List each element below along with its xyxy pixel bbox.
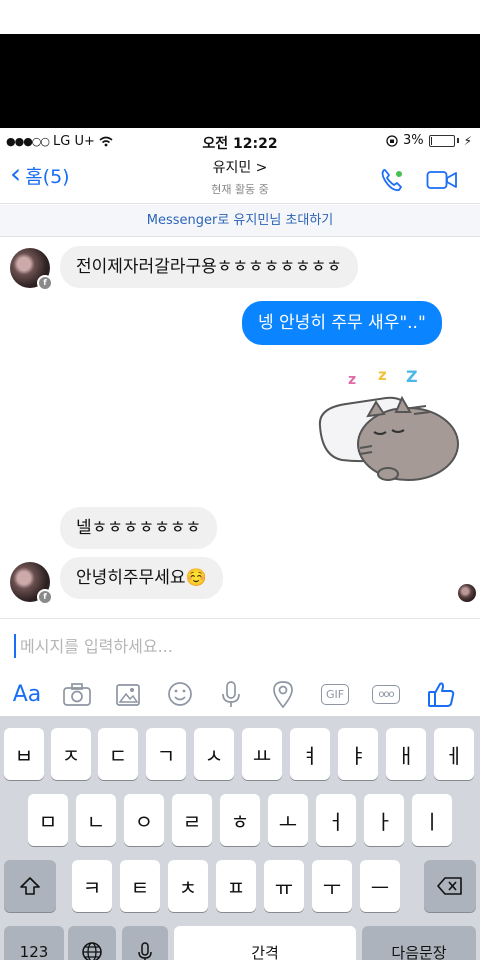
- key[interactable]: ㅌ: [120, 860, 160, 912]
- composer: [0, 618, 480, 672]
- key[interactable]: ㄷ: [98, 728, 138, 780]
- key[interactable]: ㅁ: [28, 794, 68, 846]
- message-input[interactable]: [20, 631, 460, 661]
- messenger-badge-icon: f: [37, 275, 53, 291]
- key[interactable]: ㅎ: [220, 794, 260, 846]
- video-icon[interactable]: [426, 170, 458, 190]
- key[interactable]: ㅊ: [168, 860, 208, 912]
- key[interactable]: ㅓ: [316, 794, 356, 846]
- key[interactable]: ㄴ: [76, 794, 116, 846]
- contact-name: 유지민 >: [212, 160, 268, 176]
- avatar[interactable]: f: [10, 248, 53, 291]
- gallery-icon[interactable]: [114, 678, 142, 710]
- battery-fill: [430, 136, 432, 145]
- seen-indicator-avatar: [458, 584, 476, 602]
- shift-key[interactable]: [4, 860, 56, 912]
- zzz-text: z: [378, 368, 387, 384]
- key[interactable]: ㅍ: [216, 860, 256, 912]
- emoji-icon[interactable]: [166, 678, 194, 710]
- return-key[interactable]: 다음문장: [362, 926, 476, 960]
- battery-icon: [428, 134, 455, 147]
- key[interactable]: ㅏ: [364, 794, 404, 846]
- text-cursor: [14, 634, 16, 658]
- key[interactable]: ㅔ: [434, 728, 474, 780]
- zzz-text: Z: [406, 368, 418, 386]
- key[interactable]: ㅅ: [194, 728, 234, 780]
- dictation-key[interactable]: [122, 926, 168, 960]
- composer-toolbar: Aa GIF ooo: [0, 672, 480, 716]
- status-right: 3% ⚡: [386, 133, 472, 148]
- key[interactable]: ㅇ: [124, 794, 164, 846]
- key[interactable]: ㅠ: [264, 860, 304, 912]
- top-margin: [0, 0, 480, 34]
- key[interactable]: ㅡ: [360, 860, 400, 912]
- invite-banner[interactable]: Messenger로 유지민님 초대하기: [0, 205, 480, 237]
- battery-cap: [456, 138, 459, 143]
- key[interactable]: ㄱ: [146, 728, 186, 780]
- message-bubble-incoming[interactable]: 전이제자러갈라구용ㅎㅎㅎㅎㅎㅎㅎㅎ: [60, 246, 358, 288]
- shift-icon: [20, 877, 40, 895]
- orientation-lock-icon: [386, 134, 398, 147]
- more-label: ooo: [372, 684, 400, 704]
- key[interactable]: ㅑ: [338, 728, 378, 780]
- globe-key[interactable]: [68, 926, 116, 960]
- key[interactable]: ㅐ: [386, 728, 426, 780]
- microphone-icon: [138, 942, 152, 960]
- zzz-text: z: [348, 372, 356, 388]
- sleeping-cat-sticker[interactable]: z z Z: [316, 368, 462, 488]
- avatar[interactable]: f: [10, 562, 53, 605]
- charging-icon: ⚡: [463, 133, 472, 148]
- key[interactable]: ㅕ: [290, 728, 330, 780]
- numbers-key[interactable]: 123: [4, 926, 64, 960]
- thumbs-up-icon[interactable]: [426, 678, 456, 710]
- key[interactable]: ㅈ: [51, 728, 91, 780]
- key[interactable]: ㅂ: [4, 728, 44, 780]
- backspace-key[interactable]: [424, 860, 476, 912]
- messenger-badge-icon: f: [37, 589, 53, 605]
- key[interactable]: ㅗ: [268, 794, 308, 846]
- key[interactable]: ㅜ: [312, 860, 352, 912]
- camera-icon[interactable]: [62, 678, 92, 710]
- space-key[interactable]: 간격: [174, 926, 356, 960]
- message-bubble-outgoing[interactable]: 넹 안녕히 주무 새우"..": [242, 301, 442, 345]
- more-icon[interactable]: ooo: [368, 678, 404, 710]
- redaction-bar: [0, 34, 480, 128]
- text-format-button[interactable]: Aa: [10, 678, 44, 710]
- battery-percent: 3%: [402, 133, 424, 148]
- phone-icon[interactable]: [378, 166, 406, 194]
- location-icon[interactable]: [270, 678, 296, 710]
- key[interactable]: ㅋ: [72, 860, 112, 912]
- contact-status: 현재 활동 중: [211, 183, 269, 196]
- gif-label: GIF: [320, 683, 350, 705]
- keyboard: ㅂ ㅈ ㄷ ㄱ ㅅ ㅛ ㅕ ㅑ ㅐ ㅔ ㅁ ㄴ ㅇ ㄹ ㅎ ㅗ ㅓ ㅏ ㅣ ㅋ …: [0, 716, 480, 960]
- message-bubble-incoming[interactable]: 넬ㅎㅎㅎㅎㅎㅎㅎ: [60, 507, 218, 549]
- conversation-header: ‹ 홈(5) 유지민 > 현재 활동 중: [0, 154, 480, 204]
- backspace-icon: [437, 877, 462, 895]
- globe-icon: [82, 942, 102, 960]
- key[interactable]: ㅛ: [242, 728, 282, 780]
- key[interactable]: ㅣ: [412, 794, 452, 846]
- contact-info[interactable]: 유지민 > 현재 활동 중: [0, 157, 480, 197]
- gif-icon[interactable]: GIF: [318, 678, 352, 710]
- microphone-icon[interactable]: [218, 678, 244, 710]
- key[interactable]: ㄹ: [172, 794, 212, 846]
- message-bubble-incoming[interactable]: 안녕히주무세요☺️: [60, 557, 223, 599]
- status-bar: ●●●○○ LG U+ 오전 12:22 3% ⚡: [0, 128, 480, 154]
